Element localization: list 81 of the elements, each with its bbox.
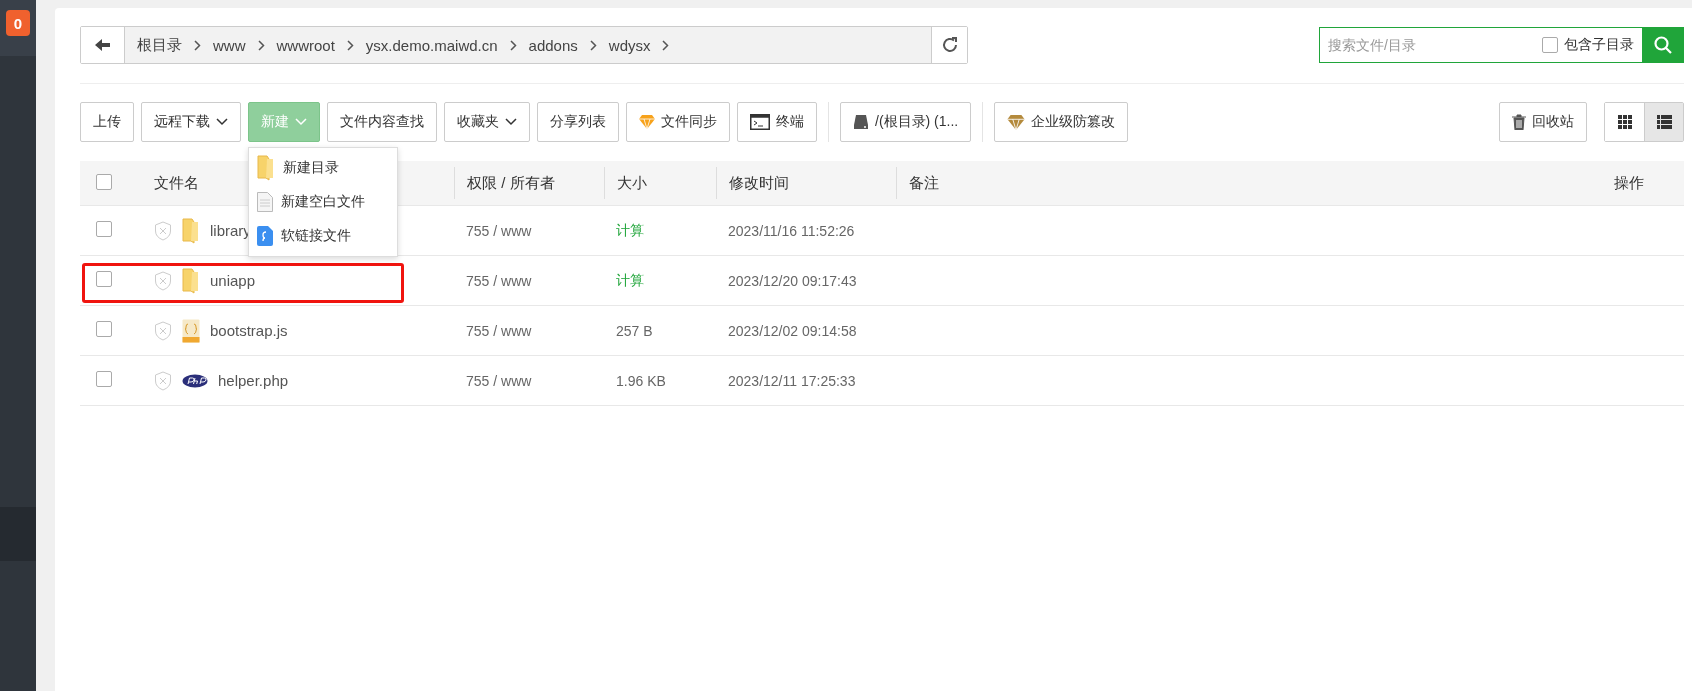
breadcrumb-link[interactable]: addons bbox=[524, 36, 582, 54]
toolbar-button[interactable]: 上传 bbox=[80, 102, 134, 142]
back-button[interactable] bbox=[81, 27, 125, 63]
chevron-right-icon bbox=[194, 39, 201, 51]
php-file-icon bbox=[182, 373, 208, 388]
shield-icon bbox=[154, 320, 172, 341]
toolbar-button[interactable]: 远程下载 bbox=[141, 102, 241, 142]
chevron-right-icon bbox=[257, 39, 265, 51]
chevron-right-icon bbox=[589, 39, 597, 51]
modified-time: 2023/12/02 09:14:58 bbox=[728, 322, 857, 339]
breadcrumb-link[interactable]: www bbox=[209, 36, 250, 54]
breadcrumb-link[interactable]: wwwroot bbox=[272, 36, 339, 54]
chevron-down-icon bbox=[505, 118, 517, 126]
file-size: 1.96 KB bbox=[616, 372, 666, 389]
checkbox[interactable] bbox=[1542, 37, 1558, 53]
breadcrumb-link[interactable]: 根目录 bbox=[133, 35, 186, 55]
breadcrumb-link[interactable]: wdysx bbox=[604, 36, 655, 54]
grid-icon bbox=[1617, 115, 1632, 129]
toolbar-button[interactable]: /(根目录) (1... bbox=[840, 102, 972, 142]
file-name[interactable]: helper.php bbox=[218, 372, 289, 389]
file-name[interactable]: bootstrap.js bbox=[210, 322, 288, 339]
row-checkbox[interactable] bbox=[96, 371, 112, 387]
shield-icon bbox=[154, 270, 172, 291]
row-checkbox[interactable] bbox=[96, 321, 112, 337]
modified-time: 2023/12/20 09:17:43 bbox=[728, 272, 857, 289]
column-header: 文件名 bbox=[154, 173, 199, 193]
folder-icon bbox=[182, 217, 200, 244]
column-header: 操作 bbox=[1614, 173, 1644, 193]
trash-icon bbox=[1512, 114, 1526, 130]
column-header: 大小 bbox=[617, 173, 647, 193]
disk-drive-icon bbox=[853, 114, 869, 130]
blank-file-icon bbox=[257, 192, 273, 212]
folder-icon bbox=[182, 267, 200, 294]
back-arrow-icon bbox=[94, 38, 111, 52]
file-name[interactable]: uniapp bbox=[210, 272, 256, 289]
toolbar-button[interactable]: 文件同步 bbox=[626, 102, 730, 142]
diamond-icon bbox=[639, 115, 655, 129]
permission-text: 755 / www bbox=[466, 322, 532, 339]
notification-badge: 0 bbox=[6, 10, 30, 36]
toolbar-button[interactable]: 收藏夹 bbox=[444, 102, 530, 142]
menu-item[interactable]: 新建空白文件 bbox=[249, 185, 397, 219]
terminal-icon bbox=[750, 114, 770, 130]
refresh-icon bbox=[940, 36, 959, 54]
permission-text: 755 / www bbox=[466, 372, 532, 389]
chevron-down-icon bbox=[216, 118, 228, 126]
column-header: 修改时间 bbox=[729, 173, 789, 193]
toolbar-button[interactable]: 终端 bbox=[737, 102, 817, 142]
modified-time: 2023/11/16 11:52:26 bbox=[728, 222, 855, 239]
column-header: 备注 bbox=[909, 173, 939, 193]
menu-item[interactable]: 新建目录 bbox=[249, 151, 397, 185]
menu-item[interactable]: 软链接文件 bbox=[249, 219, 397, 253]
folder-icon bbox=[257, 155, 275, 181]
link-file-icon bbox=[257, 226, 273, 246]
search-button[interactable] bbox=[1642, 27, 1684, 63]
search-icon bbox=[1653, 35, 1673, 55]
js-file-icon bbox=[182, 318, 200, 343]
toolbar-button[interactable]: 分享列表 bbox=[537, 102, 619, 142]
permission-text: 755 / www bbox=[466, 272, 532, 289]
chevron-right-icon bbox=[346, 39, 354, 51]
diamond-icon bbox=[1007, 114, 1026, 130]
chevron-right-icon bbox=[509, 39, 517, 51]
modified-time: 2023/12/11 17:25:33 bbox=[728, 372, 856, 389]
chevron-right-icon bbox=[662, 39, 670, 51]
permission-text: 755 / www bbox=[466, 222, 532, 239]
recycle-bin-button[interactable]: 回收站 bbox=[1499, 102, 1587, 142]
row-checkbox[interactable] bbox=[96, 271, 112, 287]
list-view-button[interactable] bbox=[1644, 103, 1683, 141]
list-icon bbox=[1656, 115, 1672, 129]
file-size: 257 B bbox=[616, 322, 653, 339]
row-checkbox[interactable] bbox=[96, 221, 112, 237]
toolbar-button[interactable]: 文件内容查找 bbox=[327, 102, 437, 142]
breadcrumb-link[interactable]: ysx.demo.maiwd.cn bbox=[361, 36, 502, 54]
column-header: 权限 / 所有者 bbox=[467, 173, 555, 193]
toolbar-button[interactable]: 企业级防篡改 bbox=[994, 102, 1129, 142]
checkbox-label: 包含子目录 bbox=[1564, 36, 1634, 54]
search-box[interactable]: 搜索文件/目录 包含子目录 bbox=[1319, 27, 1684, 63]
refresh-button[interactable] bbox=[931, 27, 967, 63]
select-all-checkbox[interactable] bbox=[96, 173, 112, 190]
chevron-down-icon bbox=[295, 118, 307, 126]
shield-icon bbox=[154, 370, 172, 391]
shield-icon bbox=[154, 220, 172, 241]
